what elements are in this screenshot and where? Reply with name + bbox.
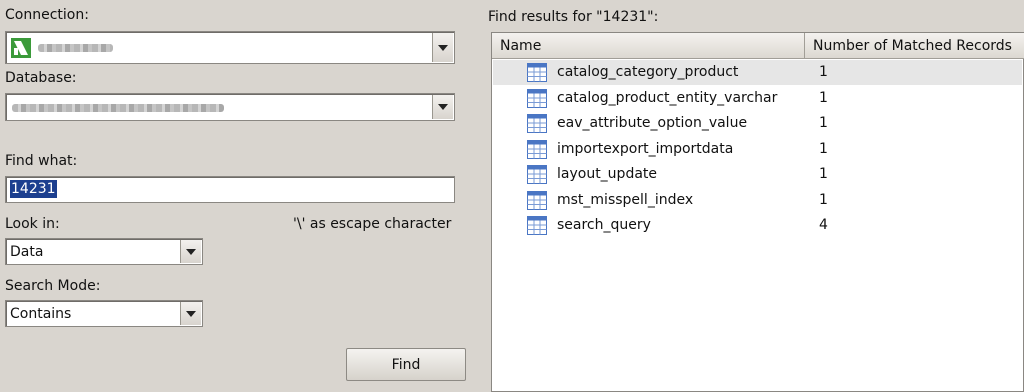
row-table-name: mst_misspell_index <box>557 191 694 208</box>
table-icon <box>527 190 547 210</box>
results-table: Name Number of Matched Records catalog_c… <box>491 32 1024 392</box>
search-mode-label: Search Mode: <box>5 278 101 294</box>
chevron-down-icon[interactable] <box>180 240 201 263</box>
database-label: Database: <box>5 70 77 86</box>
row-table-name: eav_attribute_option_value <box>557 115 748 131</box>
find-results-title: Find results for "14231": <box>488 9 659 25</box>
find-what-value: 14231 <box>10 180 57 198</box>
table-icon <box>527 216 547 235</box>
table-icon <box>527 139 547 159</box>
row-table-name: layout_update <box>557 166 658 182</box>
row-match-count: 1 <box>819 191 828 208</box>
look-in-select[interactable]: Data <box>5 238 203 265</box>
column-header-name[interactable]: Name <box>492 33 805 59</box>
row-table-name: catalog_category_product <box>557 64 739 80</box>
table-icon <box>527 165 547 184</box>
find-what-input[interactable]: 14231 <box>5 176 455 203</box>
connection-label: Connection: <box>5 7 89 23</box>
table-row[interactable]: search_query 4 <box>493 213 1022 238</box>
table-row[interactable]: layout_update 1 <box>493 162 1022 187</box>
table-icon <box>527 63 547 82</box>
row-match-count: 1 <box>819 115 828 131</box>
connection-name-obscured <box>38 44 113 52</box>
escape-character-note: '\' as escape character <box>293 216 452 232</box>
column-header-count[interactable]: Number of Matched Records <box>805 33 1024 59</box>
look-in-value: Data <box>10 243 44 260</box>
chevron-down-icon[interactable] <box>432 95 453 119</box>
table-row[interactable]: eav_attribute_option_value 1 <box>493 111 1022 136</box>
connection-select[interactable] <box>5 31 455 64</box>
look-in-label: Look in: <box>5 216 60 232</box>
table-row[interactable]: catalog_product_entity_varchar 1 <box>493 86 1022 111</box>
find-what-label: Find what: <box>5 153 78 169</box>
row-table-name: catalog_product_entity_varchar <box>557 89 778 106</box>
row-match-count: 1 <box>819 140 828 157</box>
chevron-down-icon[interactable] <box>432 33 453 62</box>
mysql-connection-icon <box>11 38 31 58</box>
table-row[interactable]: mst_misspell_index 1 <box>493 188 1022 213</box>
table-icon <box>527 114 547 133</box>
row-match-count: 1 <box>819 89 828 106</box>
table-row[interactable]: importexport_importdata 1 <box>493 137 1022 162</box>
row-match-count: 1 <box>819 166 828 182</box>
search-mode-value: Contains <box>10 305 72 322</box>
database-select[interactable] <box>5 93 455 121</box>
row-table-name: search_query <box>557 217 651 233</box>
find-button[interactable]: Find <box>346 348 466 381</box>
row-match-count: 4 <box>819 217 828 233</box>
table-row[interactable]: catalog_category_product 1 <box>493 60 1022 85</box>
row-table-name: importexport_importdata <box>557 140 734 157</box>
chevron-down-icon[interactable] <box>180 302 201 325</box>
search-mode-select[interactable]: Contains <box>5 300 203 327</box>
database-name-obscured <box>12 104 224 112</box>
row-match-count: 1 <box>819 64 828 80</box>
table-icon <box>527 88 547 108</box>
